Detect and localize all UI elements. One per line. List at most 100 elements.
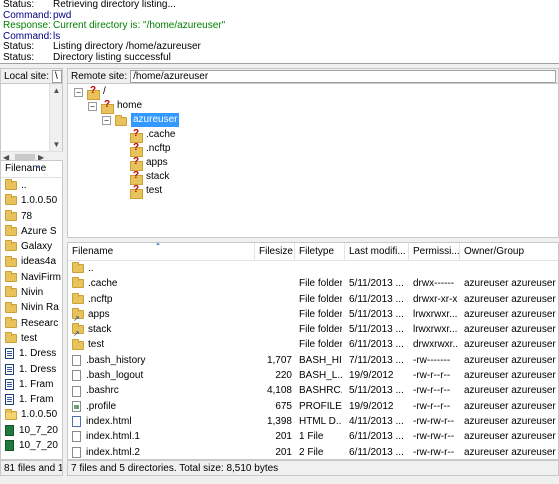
local-item-name: Researc	[21, 317, 59, 329]
local-list-item[interactable]: NaviFirm	[1, 270, 62, 285]
local-list-item[interactable]: ideas4a	[1, 254, 62, 269]
cell-owner-group: azureuser azureuser	[464, 293, 556, 305]
cell-filename: stack	[88, 324, 112, 336]
cell-filetype: 2 File	[299, 446, 324, 458]
table-row[interactable]: index.html.1 201 1 File 6/11/2013 ... -rw-rw…	[68, 429, 558, 444]
cell-filesize	[259, 292, 292, 307]
tree-node-child[interactable]: test	[130, 183, 162, 199]
unknown-folder-icon	[130, 155, 143, 171]
cell-filename-wrapper: .cache	[72, 276, 253, 291]
remote-list-header: Filename Filesize Filetype Last modifi... Pe…	[68, 243, 558, 261]
table-row[interactable]: .bashrc 4,108 BASHRC... 5/11/2013 ... -rw-r-…	[68, 383, 558, 398]
message-log[interactable]: Status: Retrieving directory listing... Co…	[0, 0, 559, 64]
collapse-icon[interactable]: −	[88, 101, 97, 111]
file-icon	[72, 370, 81, 382]
table-row[interactable]: .bash_logout 220 BASH_L... 19/9/2012 -rw-r--…	[68, 368, 558, 383]
local-item-name: Nivin	[21, 287, 44, 299]
local-list-item[interactable]: 10_7_20	[1, 438, 62, 453]
table-row[interactable]: .bash_history 1,707 BASH_HI... 7/11/2013 ..…	[68, 353, 558, 368]
cell-filename: .cache	[88, 278, 118, 290]
cell-filetype: File folder	[299, 339, 342, 351]
column-header-filetype[interactable]: Filetype	[295, 243, 345, 261]
table-row[interactable]: test File folder 6/11/2013 ... drwxrwxr... a…	[68, 337, 558, 352]
tree-node-home[interactable]: − home	[88, 98, 142, 114]
cell-filesize: 675	[275, 400, 292, 412]
cell-filetype: File folder	[299, 293, 342, 305]
remote-site-input[interactable]: /home/azureuser	[130, 69, 557, 83]
log-line: Status: Retrieving directory listing...	[0, 0, 559, 11]
cell-permissions: lrwxrwxr...	[413, 308, 457, 320]
local-file-list[interactable]: Filename ▲ .. 1.0.0.50 78 Azure S Galaxy idea…	[0, 160, 63, 460]
remote-directory-tree[interactable]: − / − home − azureuser .cache .ncftp apps s…	[67, 84, 559, 238]
remote-site-label: Remote site:	[71, 70, 128, 82]
local-list-item[interactable]: test	[1, 331, 62, 346]
table-row[interactable]: .cache File folder 5/11/2013 ... drwx------…	[68, 276, 558, 291]
local-list-item[interactable]: 78	[1, 209, 62, 224]
tree-node-label: apps	[146, 157, 168, 168]
table-row[interactable]: apps File folder 5/11/2013 ... lrwxrwxr... a…	[68, 307, 558, 322]
table-row[interactable]: .ncftp File folder 6/11/2013 ... drwxr-xr-x…	[68, 292, 558, 307]
local-filename-header[interactable]: Filename ▲	[1, 161, 62, 178]
local-list-item[interactable]: 1.0.0.50	[1, 193, 62, 208]
folder-icon	[5, 209, 17, 221]
cell-filename: .bash_history	[86, 354, 146, 366]
cell-filesize	[259, 322, 292, 337]
column-header-filename[interactable]: Filename	[68, 243, 255, 261]
cell-permissions: -rw-r--r--	[413, 400, 451, 412]
log-line-text: Retrieving directory listing...	[53, 0, 176, 10]
table-row[interactable]: ..	[68, 261, 558, 276]
local-list-item[interactable]: Researc	[1, 316, 62, 331]
local-list-item[interactable]: Azure S	[1, 224, 62, 239]
collapse-icon[interactable]: −	[102, 115, 111, 125]
cell-filename: index.html.1	[86, 431, 140, 443]
tree-node-azureuser[interactable]: − azureuser	[102, 113, 180, 127]
local-site-input[interactable]: \	[52, 69, 62, 83]
cell-filetype: BASHRC...	[299, 385, 342, 397]
cell-filetype: BASH_L...	[299, 370, 342, 382]
log-line-text: Directory listing successful	[53, 51, 171, 63]
table-row[interactable]: index.html.2 201 2 File 6/11/2013 ... -rw-rw…	[68, 445, 558, 459]
local-list-item[interactable]: 1. Dress	[1, 362, 62, 377]
folder-icon	[5, 225, 17, 237]
local-item-name: 10_7_20	[19, 440, 58, 452]
cell-permissions: drwxrwxr...	[413, 339, 457, 351]
cell-filename: .profile	[86, 400, 117, 412]
folder-icon	[5, 332, 17, 344]
cell-owner-group: azureuser azureuser	[464, 400, 556, 412]
local-list-item[interactable]: 1. Dress	[1, 346, 62, 361]
cell-filetype	[299, 261, 342, 276]
scroll-down-arrow-icon[interactable]: ▼	[50, 138, 63, 151]
table-row[interactable]: .profile 675 PROFILE ... 19/9/2012 -rw-r--r-…	[68, 399, 558, 414]
collapse-icon[interactable]: −	[74, 87, 83, 97]
cell-filename: apps	[88, 308, 110, 320]
local-list-item[interactable]: ..	[1, 178, 62, 193]
cell-last-modified	[349, 261, 406, 276]
column-header-owner-group[interactable]: Owner/Group	[460, 243, 558, 261]
column-header-permissions[interactable]: Permissi...	[409, 243, 460, 261]
local-list-item[interactable]: 1.0.0.50	[1, 407, 62, 422]
column-header-last-modified[interactable]: Last modifi...	[345, 243, 409, 261]
local-list-item[interactable]: 1. Fram	[1, 392, 62, 407]
cell-filetype: File folder	[299, 278, 342, 290]
local-directory-tree[interactable]: ▲ ▼ ◀ ▶	[0, 84, 63, 164]
table-row[interactable]: stack File folder 5/11/2013 ... lrwxrwxr...…	[68, 322, 558, 337]
column-header-filesize[interactable]: Filesize	[255, 243, 295, 261]
cell-filename-wrapper: index.html.1	[72, 429, 253, 444]
local-item-name: 1. Dress	[19, 348, 57, 360]
remote-file-list[interactable]: Filename Filesize Filetype Last modifi... Pe…	[67, 242, 559, 460]
table-row[interactable]: index.html 1,398 HTML D... 4/11/2013 ... -rw…	[68, 414, 558, 429]
cell-last-modified: 6/11/2013 ...	[349, 446, 404, 458]
unknown-folder-icon	[130, 169, 143, 185]
local-list-item[interactable]: 10_7_20	[1, 423, 62, 438]
local-list-item[interactable]: 1. Fram	[1, 377, 62, 392]
local-list-item[interactable]: Nivin	[1, 285, 62, 300]
tree-node-root[interactable]: − /	[74, 84, 106, 100]
local-list-item[interactable]: Nivin Ra	[1, 300, 62, 315]
local-item-name: NaviFirm	[21, 271, 61, 283]
folder-icon	[72, 262, 84, 274]
local-list-item[interactable]: Galaxy	[1, 239, 62, 254]
folder-icon	[5, 301, 17, 313]
scroll-up-arrow-icon[interactable]: ▲	[50, 84, 63, 97]
local-tree-vertical-scrollbar[interactable]: ▲ ▼	[49, 84, 62, 151]
cell-permissions	[413, 261, 457, 276]
